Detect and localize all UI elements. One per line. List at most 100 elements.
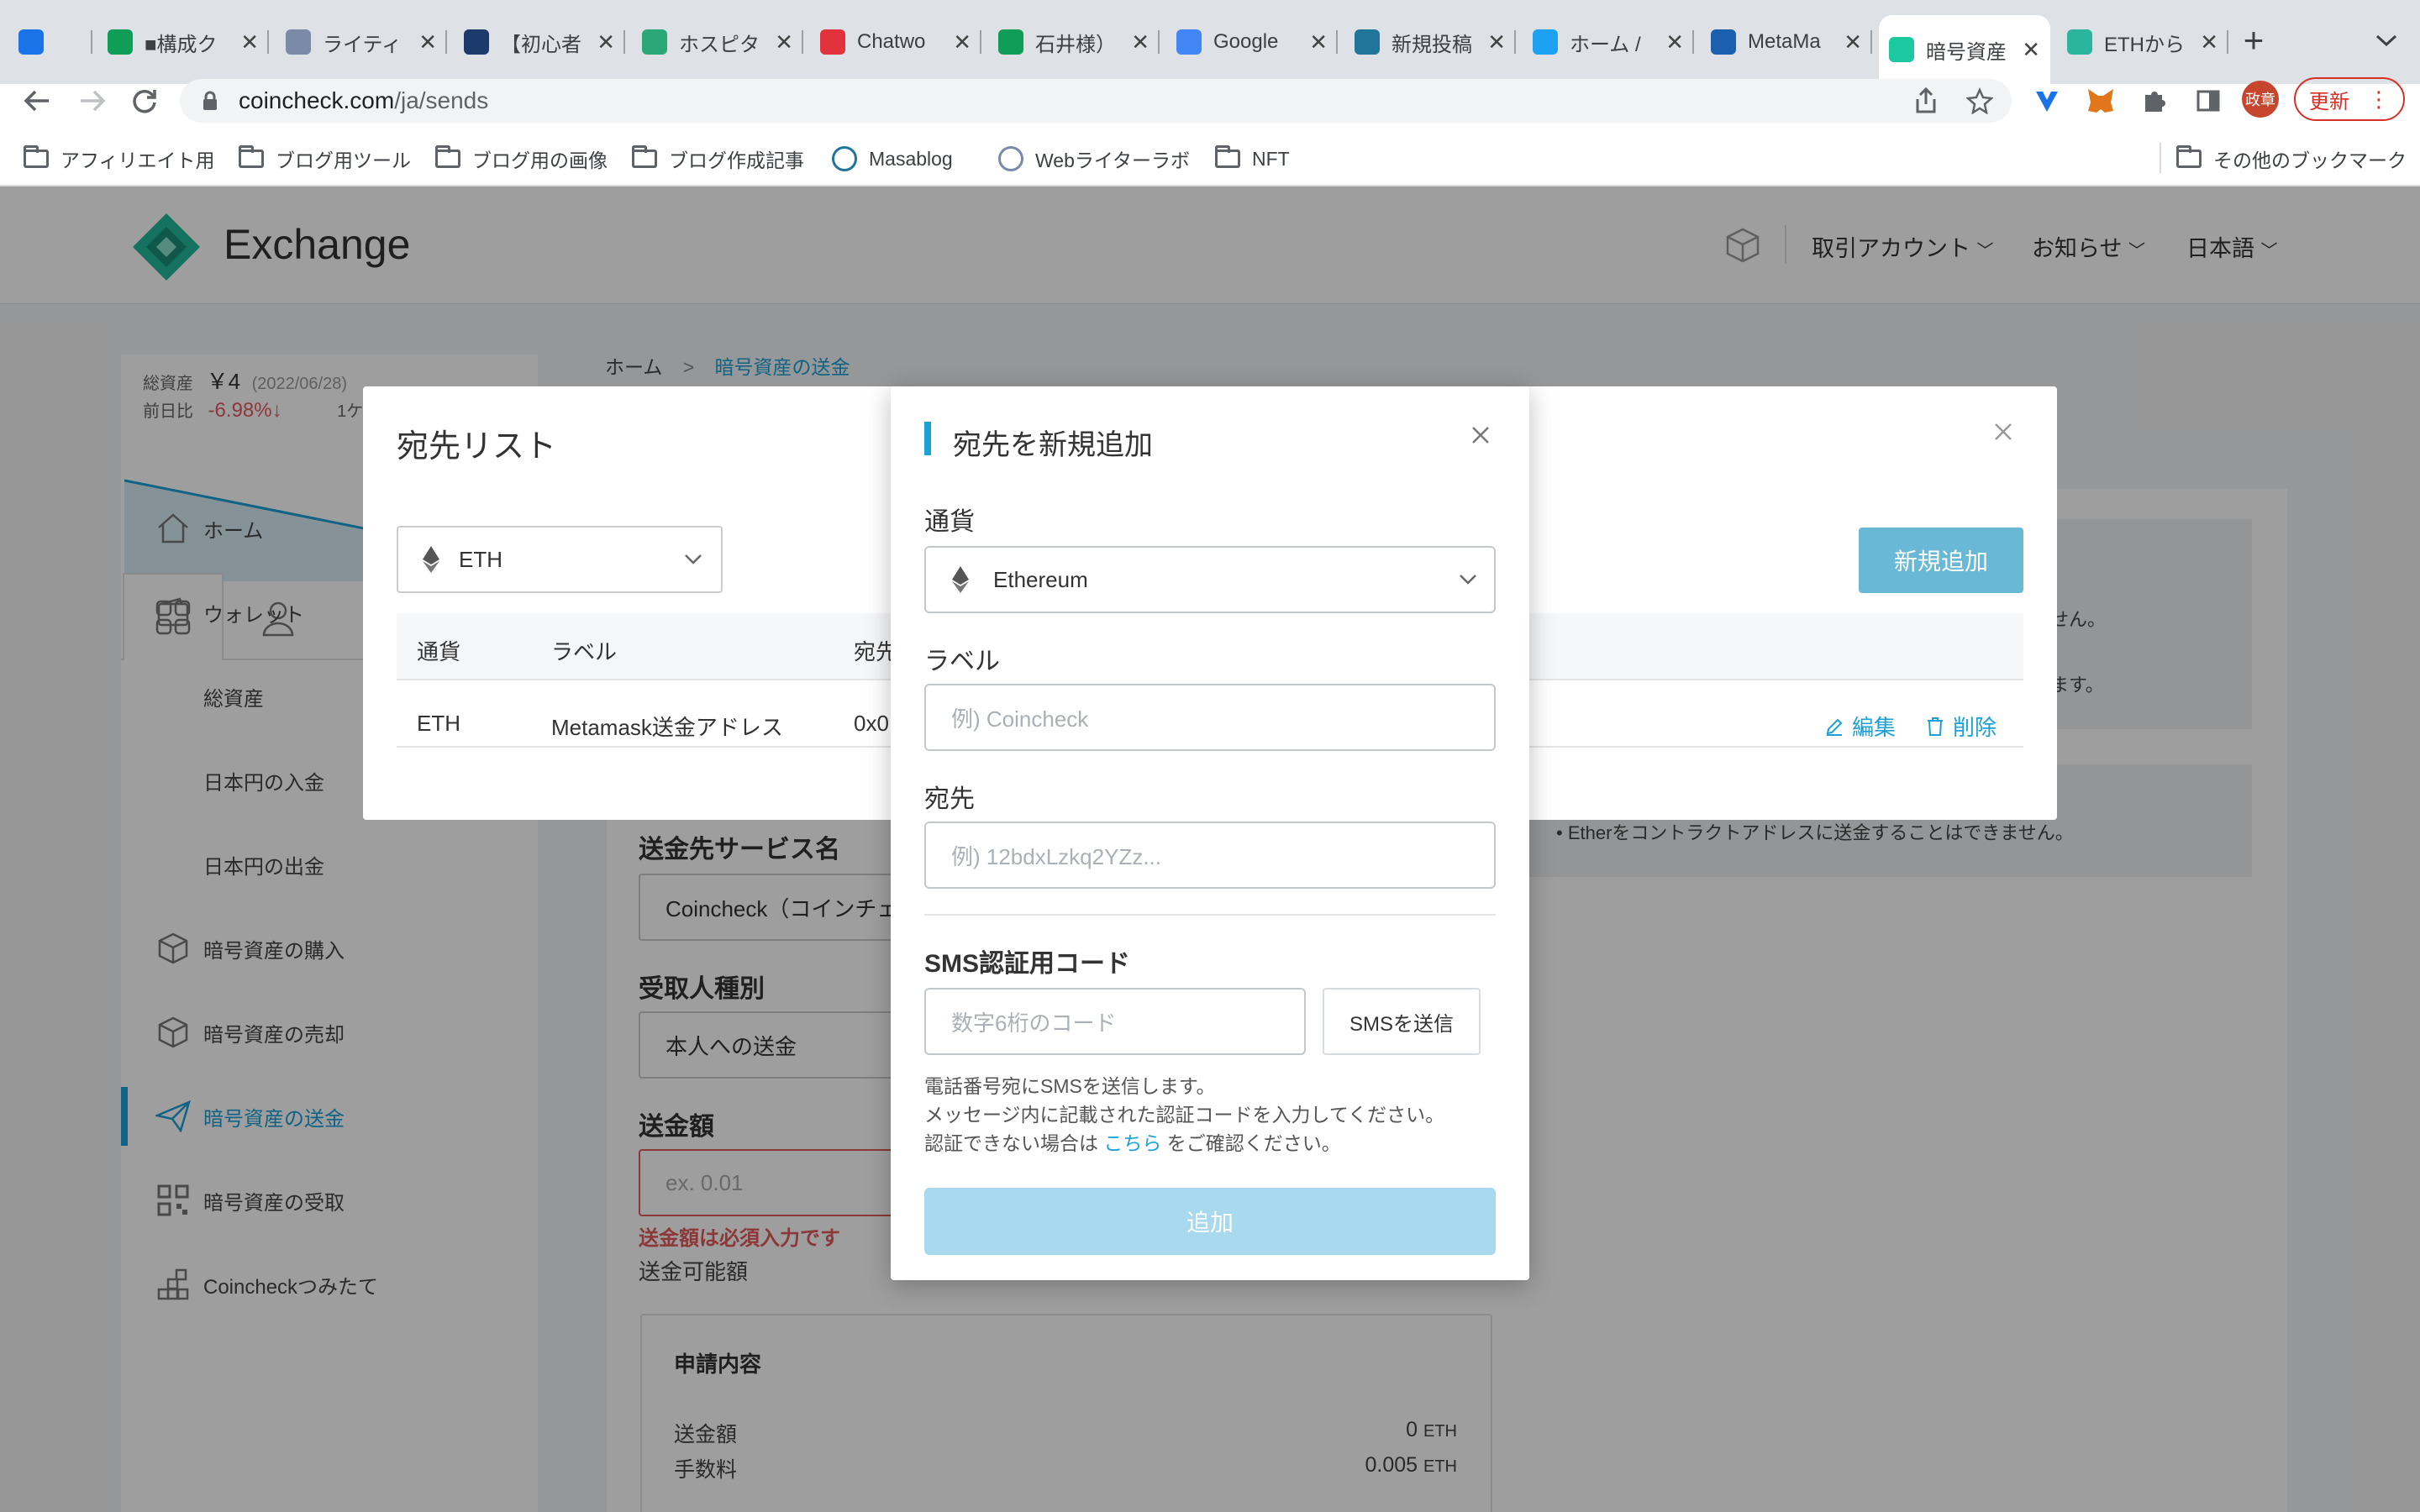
edit-link[interactable]: 編集: [1825, 711, 1896, 742]
bookmarks-divider: [2160, 143, 2161, 173]
browser-tab[interactable]: Chatwo ✕: [810, 20, 981, 64]
c-icon: [2067, 29, 2092, 55]
new-add-button[interactable]: 新規追加: [1859, 528, 2023, 593]
bookmark-item[interactable]: ブログ用の画像: [435, 144, 608, 173]
chevron-down-icon: [685, 554, 702, 564]
row-address: 0x0: [854, 711, 889, 736]
bookmark-item[interactable]: アフィリエイト用: [24, 144, 215, 173]
delete-link[interactable]: 削除: [1926, 711, 1996, 742]
new-destination-modal: 宛先を新規追加 通貨 Ethereum ラベル 例) Coincheck 宛先 …: [891, 386, 1529, 1280]
currency-select[interactable]: Ethereum: [924, 546, 1496, 613]
side-panel-icon[interactable]: [2191, 84, 2225, 118]
folder-icon: [435, 145, 460, 168]
browser-tab[interactable]: ETHから ✕: [2057, 20, 2228, 64]
bookmark-item[interactable]: ブログ作成記事: [632, 144, 804, 173]
label-label: ラベル: [924, 648, 1000, 675]
tab-close-icon[interactable]: ✕: [597, 29, 615, 55]
browser-tab[interactable]: ホスピタ ✕: [632, 20, 803, 64]
close-icon[interactable]: [1470, 425, 1491, 445]
tab-close-icon[interactable]: ✕: [1844, 29, 1862, 55]
vpn-icon: [18, 29, 44, 55]
reload-icon[interactable]: [128, 84, 161, 118]
tab-search-icon[interactable]: [2370, 24, 2403, 57]
puzzle-extensions-icon[interactable]: [2138, 84, 2171, 118]
add-submit-button[interactable]: 追加: [924, 1188, 1496, 1255]
tab-close-icon[interactable]: ✕: [240, 29, 259, 55]
tab-close-icon[interactable]: ✕: [418, 29, 437, 55]
address-label: 宛先: [924, 785, 975, 813]
ethereum-icon: [952, 566, 969, 593]
extension-vpn-icon[interactable]: [2030, 84, 2064, 118]
browser-tab[interactable]: ライティ ✕: [276, 20, 447, 64]
lock-icon[interactable]: [202, 91, 218, 111]
pen-icon: [286, 29, 311, 55]
tab-title: ホスピタ: [679, 33, 760, 56]
browser-tab[interactable]: [8, 20, 92, 64]
bookmark-star-icon[interactable]: [1963, 84, 1996, 118]
browser-tab[interactable]: MetaMa ✕: [1701, 20, 1872, 64]
browser-tab[interactable]: 新規投稿 ✕: [1344, 20, 1516, 64]
back-arrow-icon[interactable]: [20, 84, 54, 118]
metamask-alpha-icon: [1711, 29, 1736, 55]
browser-tab[interactable]: ホーム / ✕: [1523, 20, 1694, 64]
browser-tab[interactable]: 暗号資産 ✕: [1879, 15, 2050, 84]
update-button[interactable]: 更新 ⋮: [2294, 77, 2405, 121]
currency-filter-select[interactable]: ETH: [397, 526, 723, 593]
update-label: 更新: [2309, 90, 2349, 113]
tab-title: 石井様）: [1035, 33, 1116, 56]
ethereum-icon: [423, 546, 439, 573]
address-input[interactable]: 例) 12bdxLzkq2YZz...: [924, 822, 1496, 889]
sms-code-input[interactable]: 数字6桁のコード: [924, 988, 1306, 1055]
folder-icon: [1215, 145, 1240, 168]
wordpress-icon: [1355, 29, 1380, 55]
tab-close-icon[interactable]: ✕: [1131, 29, 1150, 55]
sheets-icon: [108, 29, 133, 55]
l-icon: [464, 29, 489, 55]
tab-close-icon[interactable]: ✕: [2200, 29, 2218, 55]
bookmark-item[interactable]: NFT: [1215, 144, 1290, 173]
tab-title: ■構成ク: [145, 33, 218, 56]
browser-tab[interactable]: 石井様） ✕: [988, 20, 1160, 64]
tab-title: ホーム /: [1570, 33, 1641, 56]
new-modal-title: 宛先を新規追加: [953, 429, 1153, 461]
bookmark-item[interactable]: Webライターラボ: [998, 144, 1190, 173]
tab-close-icon[interactable]: ✕: [1665, 29, 1684, 55]
help-link[interactable]: こちら: [1103, 1132, 1161, 1154]
browser-tab[interactable]: ■構成ク ✕: [97, 20, 269, 64]
url-text[interactable]: coincheck.com/ja/sends: [239, 87, 488, 114]
folder-icon: [632, 145, 657, 168]
tab-title: 暗号資産: [1926, 40, 2007, 64]
tab-title: Chatwo: [857, 30, 926, 53]
forward-arrow-icon[interactable]: [76, 84, 109, 118]
close-icon[interactable]: [1993, 422, 2013, 442]
send-sms-button[interactable]: SMSを送信: [1323, 988, 1481, 1055]
tab-title: Google: [1213, 30, 1279, 53]
folder-icon: [24, 145, 49, 168]
folder-icon: [2176, 145, 2202, 168]
share-icon[interactable]: [1909, 84, 1943, 118]
tab-close-icon[interactable]: ✕: [1487, 29, 1506, 55]
column-header: ラベル: [551, 639, 618, 664]
browser-tab[interactable]: Google ✕: [1166, 20, 1338, 64]
tab-close-icon[interactable]: ✕: [775, 29, 793, 55]
tab-close-icon[interactable]: ✕: [953, 29, 971, 55]
metamask-extension-icon[interactable]: [2084, 84, 2118, 118]
chevron-down-icon: [1460, 575, 1476, 585]
twitter-icon: [1533, 29, 1558, 55]
chatwork-icon: [820, 29, 845, 55]
docs-icon: [1176, 29, 1202, 55]
profile-avatar[interactable]: 政章: [2242, 81, 2279, 118]
tab-title: 【初心者: [501, 33, 581, 56]
other-bookmarks[interactable]: その他のブックマーク: [2176, 144, 2407, 173]
browser-tab[interactable]: 【初心者 ✕: [454, 20, 625, 64]
label-input[interactable]: 例) Coincheck: [924, 684, 1496, 751]
tab-title: ETHから: [2104, 33, 2185, 56]
sms-help-text: 電話番号宛にSMSを送信します。 メッセージ内に記載された認証コードを入力してく…: [924, 1075, 1445, 1154]
new-tab-button[interactable]: +: [2235, 20, 2272, 60]
bookmark-item[interactable]: Masablog: [832, 144, 953, 173]
tab-close-icon[interactable]: ✕: [1309, 29, 1328, 55]
list-modal-title: 宛先リスト: [397, 429, 557, 465]
bookmark-item[interactable]: ブログ用ツール: [239, 144, 411, 173]
kebab-menu-icon[interactable]: ⋮: [2368, 87, 2390, 113]
tab-close-icon[interactable]: ✕: [2022, 37, 2040, 63]
